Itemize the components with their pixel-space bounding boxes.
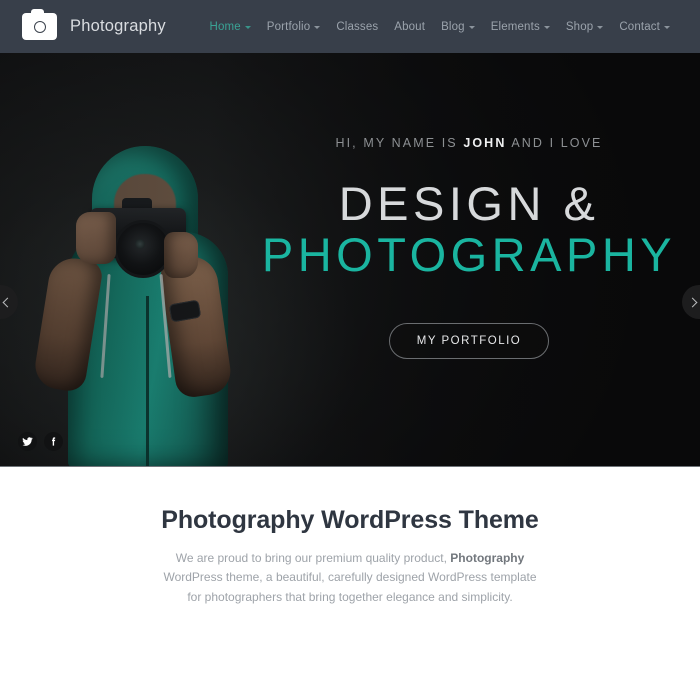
chevron-down-icon bbox=[597, 26, 604, 29]
intro-title: Photography WordPress Theme bbox=[161, 506, 539, 534]
chevron-down-icon bbox=[244, 26, 251, 29]
hero-eyebrow-prefix: HI, MY NAME IS bbox=[335, 136, 464, 151]
intro-text-part2: WordPress theme, a beautiful, carefully … bbox=[163, 570, 537, 604]
facebook-icon bbox=[52, 437, 56, 446]
hero-social-links bbox=[18, 432, 63, 451]
chevron-right-icon bbox=[687, 297, 698, 307]
nav-label: About bbox=[394, 20, 426, 33]
nav-label: Elements bbox=[490, 20, 540, 33]
brand-name: Photography bbox=[70, 17, 166, 35]
chevron-left-icon bbox=[2, 297, 13, 307]
page-root: Photography Home Portfolio Classes About… bbox=[0, 0, 700, 700]
photographer-illustration bbox=[18, 146, 266, 466]
camera-lens-icon bbox=[33, 20, 46, 33]
nav-item-elements[interactable]: Elements bbox=[483, 17, 558, 37]
twitter-icon bbox=[22, 437, 33, 446]
nav-label: Blog bbox=[441, 20, 465, 33]
chevron-down-icon bbox=[468, 26, 475, 29]
nav-item-shop[interactable]: Shop bbox=[558, 17, 611, 37]
nav-item-contact[interactable]: Contact bbox=[611, 17, 678, 37]
nav-label: Shop bbox=[565, 20, 594, 33]
intro-text-bold: Photography bbox=[450, 551, 525, 565]
nav-item-blog[interactable]: Blog bbox=[433, 17, 483, 37]
nav-label: Home bbox=[209, 20, 241, 33]
nav-label: Classes bbox=[336, 20, 379, 33]
nav-label: Contact bbox=[619, 20, 660, 33]
nav-item-about[interactable]: About bbox=[386, 17, 433, 37]
chevron-down-icon bbox=[543, 26, 550, 29]
nav-item-classes[interactable]: Classes bbox=[328, 17, 386, 37]
left-hand bbox=[76, 212, 116, 264]
intro-paragraph: We are proud to bring our premium qualit… bbox=[155, 549, 545, 607]
chevron-down-icon bbox=[314, 26, 321, 29]
hero-content: HI, MY NAME IS JOHN AND I LOVE DESIGN & … bbox=[244, 53, 694, 466]
nav-item-portfolio[interactable]: Portfolio bbox=[259, 17, 329, 37]
hero-slider: HI, MY NAME IS JOHN AND I LOVE DESIGN & … bbox=[0, 53, 700, 467]
nav-label: Portfolio bbox=[266, 20, 311, 33]
hero-title-line-1: DESIGN & bbox=[338, 177, 600, 231]
hero-title-line-2: PHOTOGRAPHY bbox=[261, 228, 677, 282]
main-navigation: Home Portfolio Classes About Blog Elemen… bbox=[201, 17, 678, 37]
facebook-link[interactable] bbox=[44, 432, 63, 451]
intro-section: Photography WordPress Theme We are proud… bbox=[0, 467, 700, 608]
right-hand bbox=[164, 232, 198, 278]
camera-icon bbox=[22, 9, 57, 40]
hero-eyebrow-name: JOHN bbox=[463, 136, 507, 151]
chevron-down-icon bbox=[664, 26, 670, 29]
hero-eyebrow: HI, MY NAME IS JOHN AND I LOVE bbox=[335, 136, 602, 150]
my-portfolio-button[interactable]: MY PORTFOLIO bbox=[388, 322, 550, 359]
site-header: Photography Home Portfolio Classes About… bbox=[0, 0, 700, 53]
hero-eyebrow-suffix: AND I LOVE bbox=[506, 136, 603, 151]
hoodie-zipper bbox=[146, 296, 149, 466]
brand-logo[interactable]: Photography bbox=[22, 9, 166, 40]
intro-text-part1: We are proud to bring our premium qualit… bbox=[175, 551, 451, 565]
twitter-link[interactable] bbox=[18, 432, 37, 451]
nav-item-home[interactable]: Home bbox=[201, 17, 258, 37]
